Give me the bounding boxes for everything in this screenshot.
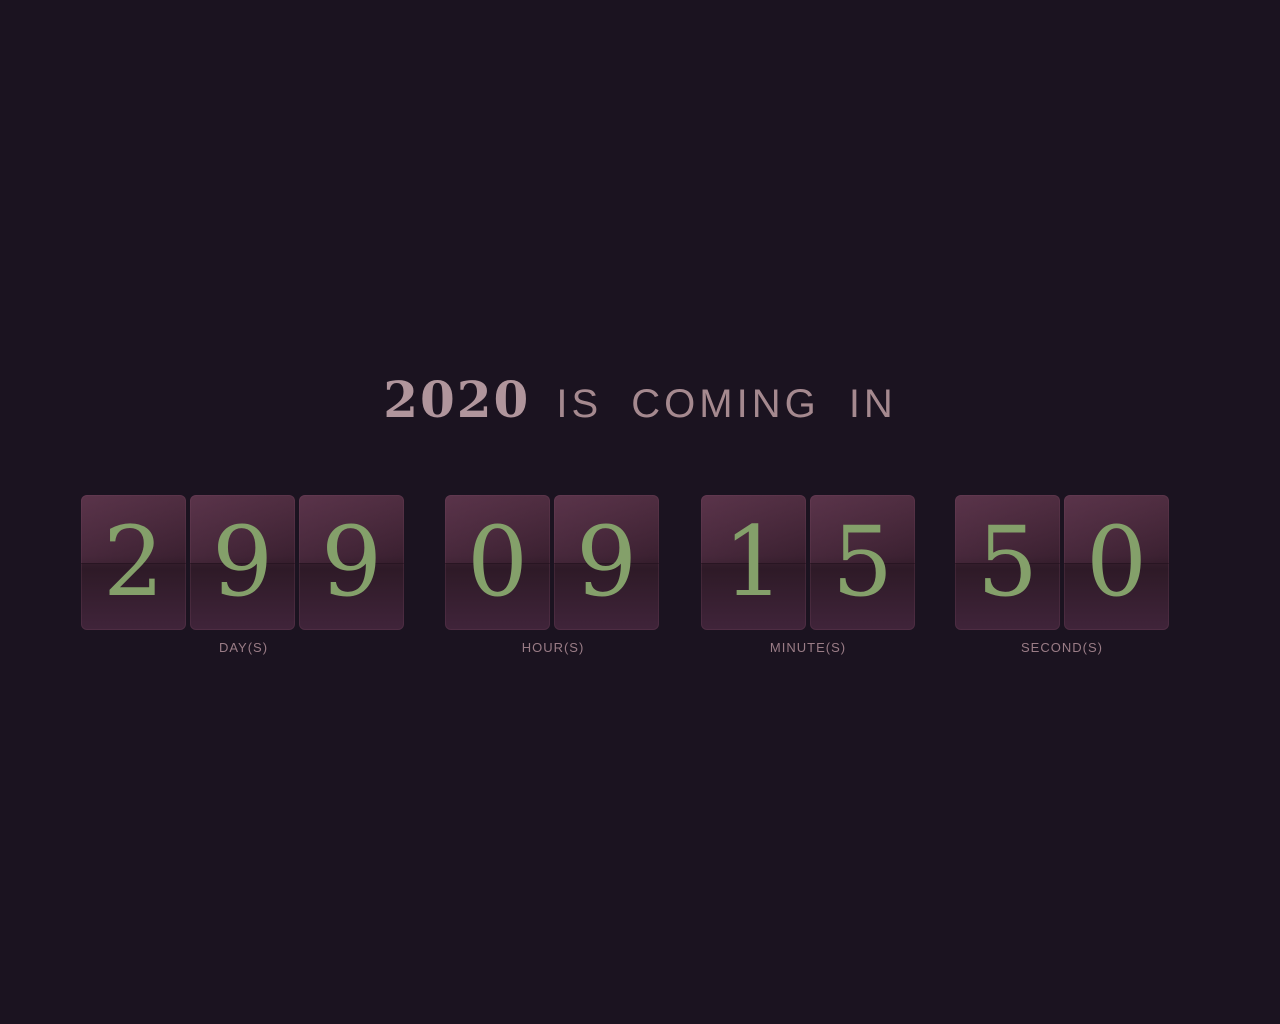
days-group: 2 9 9 DAY(S): [81, 495, 406, 665]
hour-digit-tile: 0: [445, 495, 550, 630]
day-digit: 2: [102, 506, 165, 618]
seconds-label: SECOND(S): [1021, 640, 1103, 655]
heading-text: IS COMING IN: [556, 382, 897, 426]
minutes-label: MINUTE(S): [769, 640, 847, 655]
second-digit-tile: 5: [955, 495, 1060, 630]
day-digit: 9: [320, 506, 383, 618]
hour-digit: 9: [575, 506, 638, 618]
seconds-group: 5 0 SECOND(S): [955, 495, 1169, 665]
days-label: DAY(S): [218, 640, 269, 655]
hour-digit: 0: [466, 506, 529, 618]
countdown-heading: 2020 IS COMING IN: [0, 368, 1280, 432]
minute-digit: 5: [831, 506, 894, 618]
hours-group: 0 9 HOUR(S): [445, 495, 661, 665]
second-digit: 5: [976, 506, 1039, 618]
hours-label: HOUR(S): [521, 640, 585, 655]
day-digit-tile: 2: [81, 495, 186, 630]
day-digit: 9: [211, 506, 274, 618]
second-digit: 0: [1085, 506, 1148, 618]
second-digit-tile: 0: [1064, 495, 1169, 630]
day-digit-tile: 9: [190, 495, 295, 630]
minute-digit: 1: [722, 506, 785, 618]
minute-digit-tile: 5: [810, 495, 915, 630]
hour-digit-tile: 9: [554, 495, 659, 630]
day-digit-tile: 9: [299, 495, 404, 630]
heading-year: 2020: [383, 370, 531, 429]
minute-digit-tile: 1: [701, 495, 806, 630]
minutes-group: 1 5 MINUTE(S): [701, 495, 915, 665]
